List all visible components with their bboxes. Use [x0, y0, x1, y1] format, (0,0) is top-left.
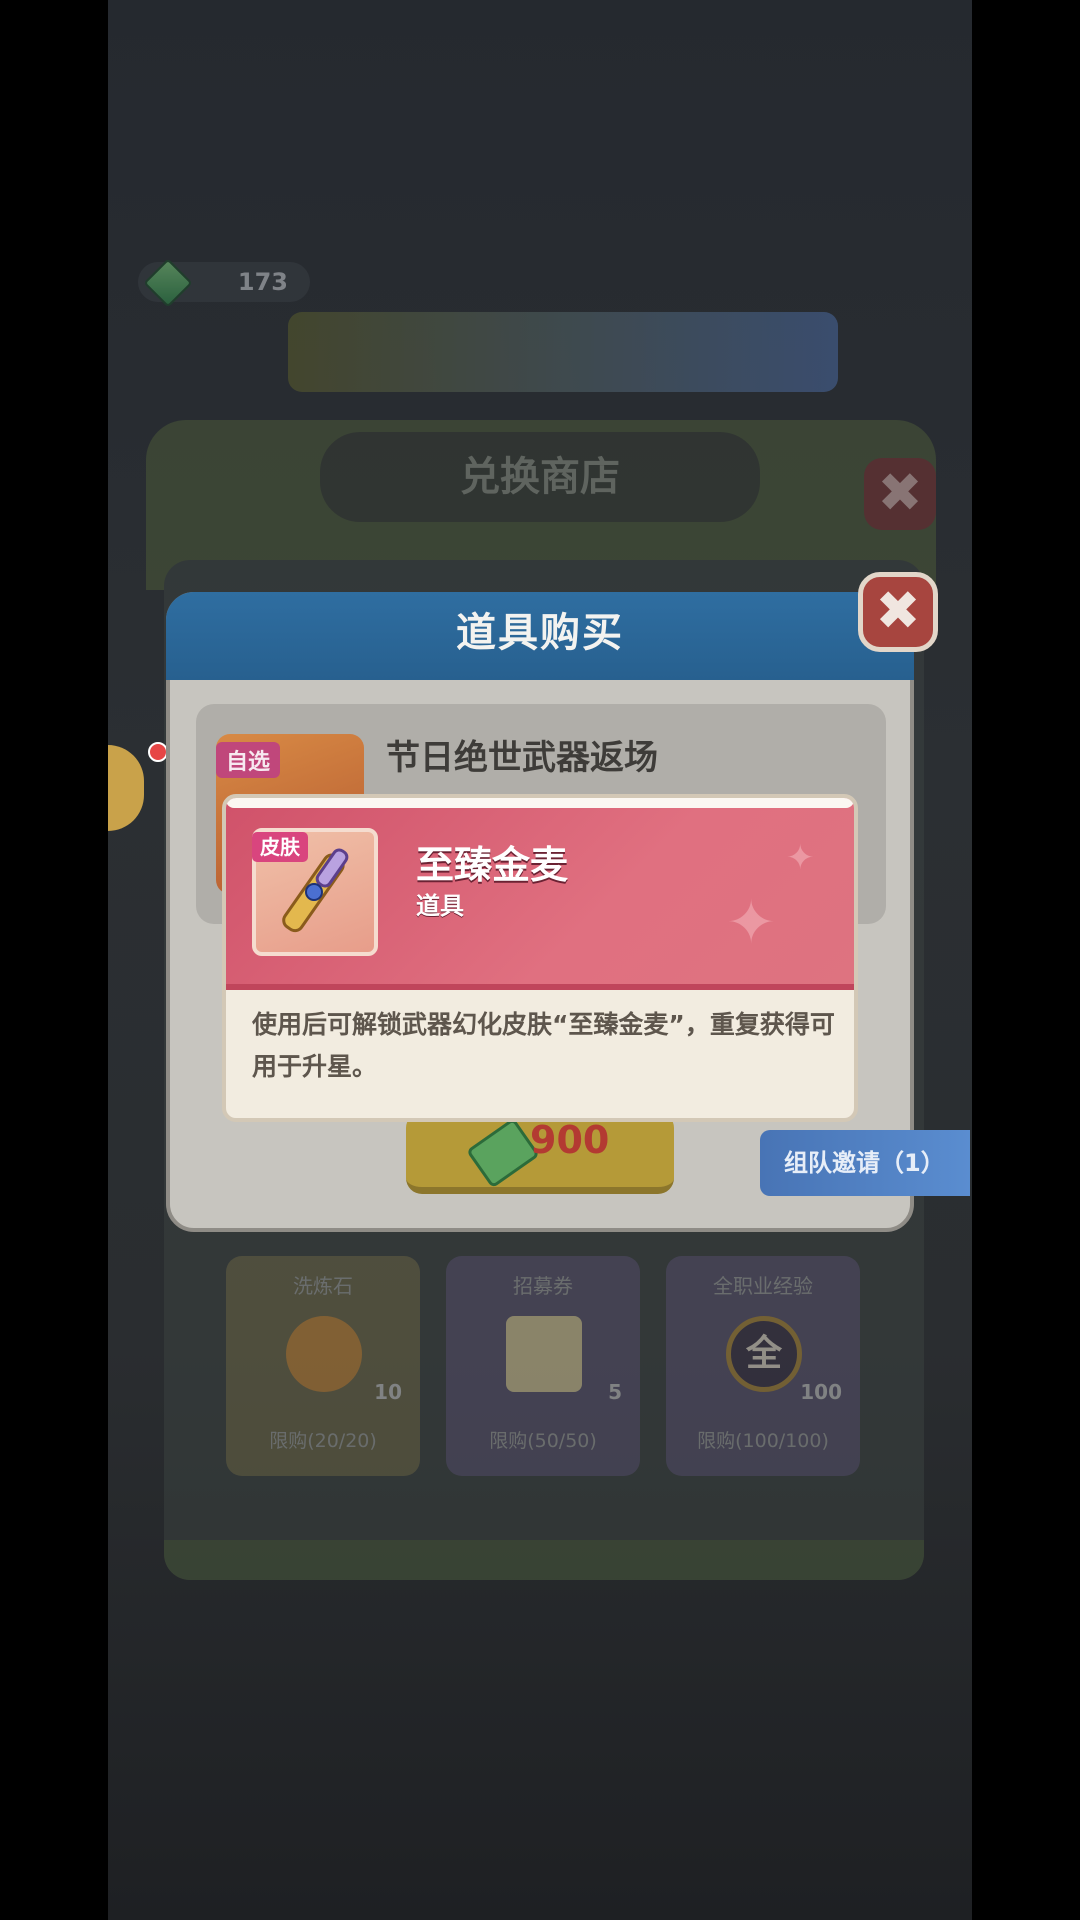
event-banner	[288, 312, 838, 392]
scroll-icon	[506, 1316, 582, 1392]
card-title: 招募券	[513, 1274, 573, 1298]
shop-title: 兑换商店	[320, 432, 760, 522]
popup-title: 道具购买	[456, 610, 624, 656]
shop-card-exp[interactable]: 全职业经验 全 100 限购(100/100)	[666, 1256, 860, 1476]
notification-dot	[148, 742, 168, 762]
card-qty: 5	[608, 1380, 622, 1404]
card-limit: 限购(50/50)	[489, 1430, 597, 1452]
skin-tag: 皮肤	[252, 832, 308, 862]
shop-card-stone[interactable]: 洗炼石 10 限购(20/20)	[226, 1256, 420, 1476]
tooltip-snow-trim	[226, 798, 854, 808]
exp-coin-icon: 全	[726, 1316, 802, 1392]
stone-icon	[286, 1316, 362, 1392]
sparkle-icon: ✦	[726, 888, 777, 958]
tooltip-item-name: 至臻金麦	[416, 843, 569, 887]
card-limit: 限购(100/100)	[697, 1430, 829, 1452]
shop-close-button[interactable]: ✖	[864, 458, 936, 530]
team-invite-button[interactable]: 组队邀请（1）	[760, 1130, 970, 1196]
card-qty: 100	[800, 1380, 842, 1404]
avatar[interactable]	[108, 745, 144, 831]
close-icon: ✖	[875, 579, 921, 642]
shop-footer	[164, 1540, 924, 1580]
price: 900	[530, 1118, 610, 1162]
card-title: 全职业经验	[713, 1274, 813, 1298]
card-title: 洗炼石	[293, 1274, 353, 1298]
shop-card-ticket[interactable]: 招募券 5 限购(50/50)	[446, 1256, 640, 1476]
tooltip-item-type: 道具	[416, 892, 464, 920]
tooltip-header: ✦ ✦ 皮肤 至臻金麦 道具	[226, 798, 854, 990]
select-tag: 自选	[216, 742, 281, 778]
item-tooltip: ✦ ✦ 皮肤 至臻金麦 道具 使用后可解锁武器幻化皮肤“至臻金麦”，重复获得可用…	[222, 794, 858, 1122]
item-name: 节日绝世武器返场	[386, 738, 658, 778]
card-limit: 限购(20/20)	[269, 1430, 377, 1452]
sparkle-icon: ✦	[786, 838, 815, 878]
close-button[interactable]: ✖	[858, 572, 938, 652]
tooltip-description: 使用后可解锁武器幻化皮肤“至臻金麦”，重复获得可用于升星。	[252, 1010, 835, 1081]
card-qty: 10	[374, 1380, 402, 1404]
